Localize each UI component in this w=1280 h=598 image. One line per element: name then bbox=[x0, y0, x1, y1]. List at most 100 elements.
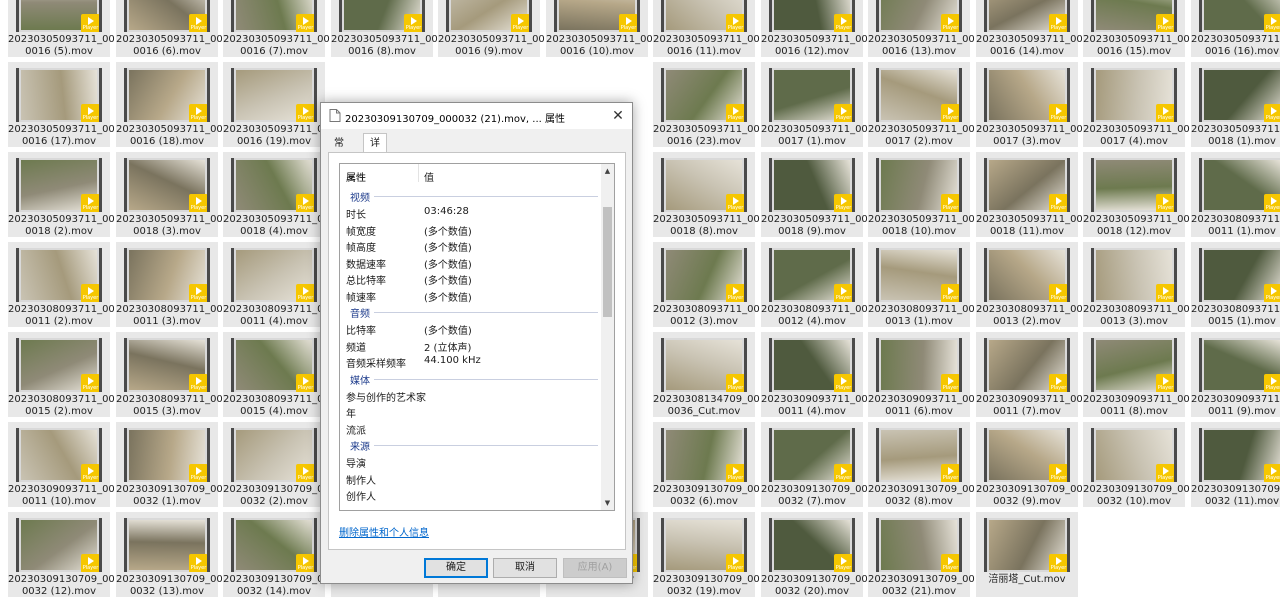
tab-details[interactable]: 详细信息 bbox=[363, 133, 387, 206]
file-tile[interactable]: Player 20230305093711_00 0016 (8).mov bbox=[331, 0, 438, 57]
close-button[interactable]: ✕ bbox=[604, 103, 632, 129]
file-tile[interactable] bbox=[1083, 512, 1185, 597]
property-row[interactable]: 导演 bbox=[340, 453, 602, 470]
file-tile[interactable]: Player 20230309130709_00 0032 (13).mov bbox=[116, 512, 223, 597]
file-tile[interactable]: Player 20230308093711_00 0013 (1).mov bbox=[868, 242, 975, 327]
file-tile[interactable]: Player 20230309093711_00 0011 (7).mov bbox=[976, 332, 1083, 417]
file-tile[interactable]: Player 20230309093711_00 0011 (8).mov bbox=[1083, 332, 1190, 417]
property-row[interactable]: 流派 bbox=[340, 420, 602, 437]
file-tile[interactable]: Player 20230309130709_00 0032 (1).mov bbox=[116, 422, 223, 507]
file-tile[interactable]: Player 20230305093711_00 0016 (10).mov bbox=[546, 0, 653, 57]
file-tile[interactable]: Player 20230309093711_00 0011 (10).mov bbox=[8, 422, 115, 507]
property-row-clipped[interactable]: 备注 bbox=[340, 172, 602, 180]
property-row[interactable]: 频道 2 (立体声) bbox=[340, 337, 602, 354]
file-tile[interactable]: Player 20230309130709_00 0032 (21).mov bbox=[868, 512, 975, 597]
file-tile[interactable]: Player 20230305093711_00 0018 (3).mov bbox=[116, 152, 223, 237]
file-tile[interactable]: Player 20230308093711_00 0015 (4).mov bbox=[223, 332, 330, 417]
file-tile[interactable]: Player 20230308093711_00 0015 (3).mov bbox=[116, 332, 223, 417]
file-tile[interactable]: Player 20230305093711_00 0016 (12).mov bbox=[761, 0, 868, 57]
file-tile[interactable]: Player 20230309130709_00 0032 (8).mov bbox=[868, 422, 975, 507]
file-tile[interactable]: Player 20230305093711_00 0016 (17).mov bbox=[8, 62, 115, 147]
file-tile[interactable]: Player 20230308093711_00 0011 (1).mov bbox=[1191, 152, 1280, 237]
file-tile[interactable]: Player 20230305093711_00 0018 (11).mov bbox=[976, 152, 1083, 237]
file-tile[interactable]: Player 20230305093711_00 0016 (9).mov bbox=[438, 0, 545, 57]
file-tile[interactable]: Player 20230305093711_00 0018 (1).mov bbox=[1191, 62, 1280, 147]
file-tile[interactable]: Player 20230305093711_00 0016 (7).mov bbox=[223, 0, 330, 57]
vertical-scrollbar[interactable]: ▲ ▼ bbox=[601, 164, 614, 510]
property-row[interactable]: 创作人 bbox=[340, 486, 602, 503]
file-tile[interactable]: Player 20230305093711_00 0016 (18).mov bbox=[116, 62, 223, 147]
file-tile[interactable]: Player 20230305093711_00 0016 (15).mov bbox=[1083, 0, 1190, 57]
file-tile[interactable]: Player 20230309130709_00 0032 (10).mov bbox=[1083, 422, 1190, 507]
file-tile[interactable]: Player 20230309130709_00 0032 (14).mov bbox=[223, 512, 330, 597]
cancel-button[interactable]: 取消 bbox=[493, 558, 557, 578]
file-tile[interactable]: Player 20230305093711_00 0018 (8).mov bbox=[653, 152, 760, 237]
apply-button[interactable]: 应用(A) bbox=[563, 558, 627, 578]
file-tile[interactable]: Player 20230305093711_00 0018 (2).mov bbox=[8, 152, 115, 237]
file-tile[interactable]: Player 20230305093711_00 0018 (4).mov bbox=[223, 152, 330, 237]
ok-button[interactable]: 确定 bbox=[424, 558, 488, 578]
file-tile[interactable]: Player 20230308134709_00 0036_Cut.mov bbox=[653, 332, 760, 417]
property-name: 参与创作的艺术家 bbox=[346, 392, 426, 404]
file-tile[interactable]: Player 20230305093711_00 0016 (6).mov bbox=[116, 0, 223, 57]
file-tile[interactable]: Player 20230305093711_00 0016 (13).mov bbox=[868, 0, 975, 57]
file-tile[interactable]: Player 20230309093711_00 0011 (6).mov bbox=[868, 332, 975, 417]
property-row[interactable]: 数据速率 (多个数值) bbox=[340, 254, 602, 271]
file-tile[interactable]: Player 20230305093711_00 0017 (1).mov bbox=[761, 62, 868, 147]
file-tile[interactable]: Player 20230309130709_00 0032 (2).mov bbox=[223, 422, 330, 507]
file-tile[interactable]: Player 20230309130709_00 0032 (6).mov bbox=[653, 422, 760, 507]
file-tile[interactable]: Player 20230305093711_00 0016 (16).mov bbox=[1191, 0, 1280, 57]
tab-general[interactable]: 常规 bbox=[328, 135, 350, 166]
file-tile[interactable]: Player 20230309130709_00 0032 (20).mov bbox=[761, 512, 868, 597]
property-row[interactable]: 比特率 (多个数值) bbox=[340, 320, 602, 337]
property-row[interactable]: 帧宽度 (多个数值) bbox=[340, 221, 602, 238]
property-row[interactable]: 年 bbox=[340, 403, 602, 420]
scroll-up-button[interactable]: ▲ bbox=[601, 164, 614, 178]
file-tile[interactable]: Player 20230309093711_00 0011 (9).mov bbox=[1191, 332, 1280, 417]
file-tile[interactable]: Player 20230305093711_00 0017 (3).mov bbox=[976, 62, 1083, 147]
file-tile[interactable]: Player 20230308093711_00 0013 (3).mov bbox=[1083, 242, 1190, 327]
file-tile[interactable]: Player 20230305093711_00 0016 (14).mov bbox=[976, 0, 1083, 57]
badge-label: Player bbox=[942, 205, 959, 211]
file-tile[interactable]: Player 20230305093711_00 0018 (12).mov bbox=[1083, 152, 1190, 237]
file-tile[interactable]: Player 20230308093711_00 0015 (1).mov bbox=[1191, 242, 1280, 327]
file-tile[interactable]: Player 20230309130709_00 0032 (12).mov bbox=[8, 512, 115, 597]
file-tile[interactable]: Player 20230305093711_00 0016 (11).mov bbox=[653, 0, 760, 57]
file-tile[interactable]: Player 20230308093711_00 0015 (2).mov bbox=[8, 332, 115, 417]
video-thumbnail: Player bbox=[769, 518, 855, 572]
file-tile[interactable]: Player 涪丽塔_Cut.mov bbox=[976, 512, 1078, 597]
file-tile[interactable]: Player 20230308093711_00 0013 (2).mov bbox=[976, 242, 1083, 327]
remove-properties-link[interactable]: 删除属性和个人信息 bbox=[339, 524, 429, 539]
file-tile[interactable]: Player 20230305093711_00 0016 (23).mov bbox=[653, 62, 760, 147]
file-tile[interactable]: Player 20230309130709_00 0032 (7).mov bbox=[761, 422, 868, 507]
property-row[interactable]: 参与创作的艺术家 bbox=[340, 387, 602, 404]
property-row[interactable]: 制作人 bbox=[340, 470, 602, 487]
file-name: 20230308093711_00 0015 (3).mov bbox=[116, 394, 223, 417]
property-row[interactable]: 时长 03:46:28 bbox=[340, 204, 602, 221]
file-tile[interactable]: Player 20230308093711_00 0011 (2).mov bbox=[8, 242, 115, 327]
file-tile[interactable]: Player 20230309130709_00 0032 (19).mov bbox=[653, 512, 760, 597]
file-tile[interactable]: Player 20230308093711_00 0011 (3).mov bbox=[116, 242, 223, 327]
property-row[interactable]: 帧速率 (多个数值) bbox=[340, 287, 602, 304]
file-tile[interactable]: Player 20230309130709_00 0032 (11).mov bbox=[1191, 422, 1280, 507]
property-list[interactable]: 属性 值 备注视频时长03:46:28帧宽度(多个数值)帧高度(多个数值)数据速… bbox=[339, 163, 615, 511]
property-row[interactable]: 总比特率 (多个数值) bbox=[340, 270, 602, 287]
file-tile[interactable]: Player 20230305093711_00 0017 (4).mov bbox=[1083, 62, 1190, 147]
file-tile[interactable]: Player 20230308093711_00 0012 (4).mov bbox=[761, 242, 868, 327]
play-icon bbox=[302, 287, 309, 295]
file-tile[interactable]: Player 20230308093711_00 0011 (4).mov bbox=[223, 242, 330, 327]
file-tile[interactable]: Player 20230305093711_00 0018 (10).mov bbox=[868, 152, 975, 237]
dialog-titlebar[interactable]: 20230309130709_000032 (21).mov, ... 属性 ✕ bbox=[321, 103, 632, 129]
scroll-thumb[interactable] bbox=[603, 207, 612, 317]
file-tile[interactable] bbox=[1191, 512, 1280, 597]
file-tile[interactable]: Player 20230305093711_00 0017 (2).mov bbox=[868, 62, 975, 147]
file-tile[interactable]: Player 20230305093711_00 0016 (19).mov bbox=[223, 62, 330, 147]
file-tile[interactable]: Player 20230309093711_00 0011 (4).mov bbox=[761, 332, 868, 417]
file-tile[interactable]: Player 20230305093711_00 0016 (5).mov bbox=[8, 0, 115, 57]
file-tile[interactable]: Player 20230305093711_00 0018 (9).mov bbox=[761, 152, 868, 237]
file-tile[interactable]: Player 20230308093711_00 0012 (3).mov bbox=[653, 242, 760, 327]
property-row[interactable]: 帧高度 (多个数值) bbox=[340, 237, 602, 254]
file-tile[interactable]: Player 20230309130709_00 0032 (9).mov bbox=[976, 422, 1083, 507]
scroll-down-button[interactable]: ▼ bbox=[601, 496, 614, 510]
property-row[interactable]: 音频采样频率 44.100 kHz bbox=[340, 353, 602, 370]
